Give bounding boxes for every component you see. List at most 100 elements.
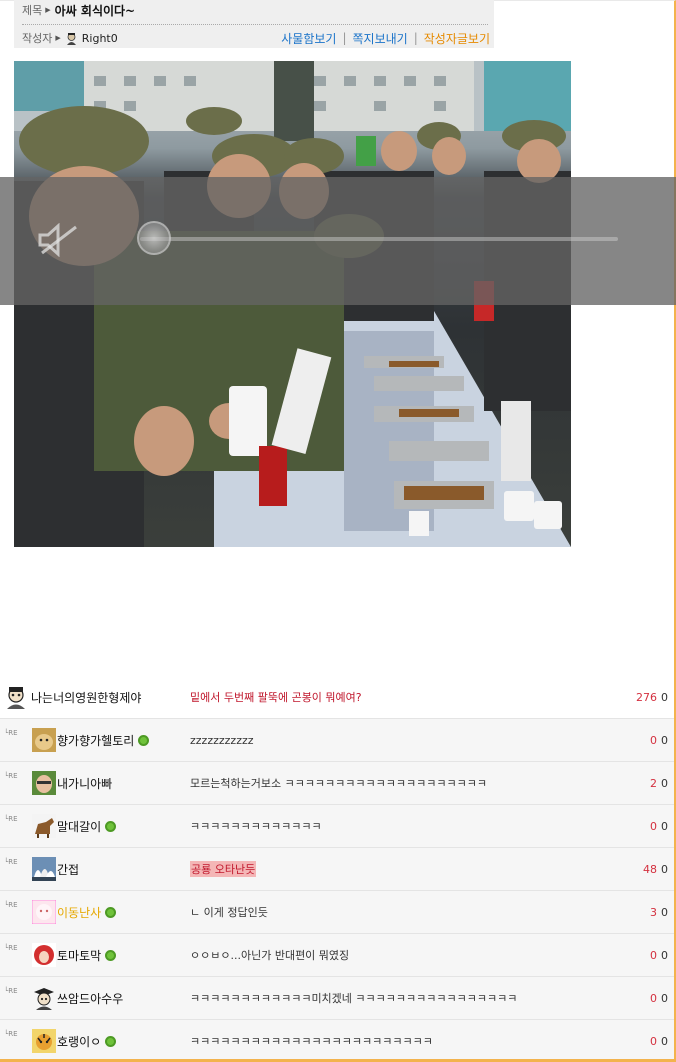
comment-row: └RE 향가향가헬토리 zzzzzzzzzzz 0 0	[0, 719, 674, 762]
comment-row: └RE 내가니아빠 모르는척하는거보소 ㅋㅋㅋㅋㅋㅋㅋㅋㅋㅋㅋㅋㅋㅋㅋㅋㅋㅋㅋㅋ 2 0	[0, 762, 674, 805]
avatar-opera-house-icon	[32, 857, 56, 881]
locker-link[interactable]: 사물함보기	[281, 30, 336, 47]
comment-nickname[interactable]: 말대갈이	[57, 818, 117, 835]
downvote-count[interactable]: 0	[661, 992, 668, 1005]
downvote-count[interactable]: 0	[661, 734, 668, 747]
upvote-count[interactable]: 2	[650, 777, 657, 790]
speaker-muted-icon[interactable]	[38, 222, 78, 258]
comment-nickname[interactable]: 호랭이ㅇ	[57, 1033, 117, 1050]
reply-arrow-icon: └RE	[4, 858, 18, 866]
nickname-text[interactable]: 말대갈이	[57, 818, 101, 835]
comment-nickname[interactable]: 내가니아빠	[57, 775, 112, 792]
triangle-right-icon: ▶	[45, 6, 51, 14]
comment-nickname[interactable]: 토마토막	[57, 947, 117, 964]
post-title: 아싸 회식이다~	[54, 3, 136, 18]
reply-arrow-icon: └RE	[4, 1030, 18, 1038]
avatar-red-hair-icon	[32, 943, 56, 967]
author-actions: 사물함보기 | 쪽지보내기 | 작성자글보기	[281, 26, 490, 50]
reply-arrow-icon: └RE	[4, 815, 18, 823]
avatar-graduate-icon	[32, 986, 56, 1010]
upvote-count[interactable]: 0	[650, 734, 657, 747]
vote-counts: 48 0	[643, 863, 668, 876]
upvote-count[interactable]: 276	[636, 691, 657, 704]
comment-row: └RE 쓰암드아수우 ㅋㅋㅋㅋㅋㅋㅋㅋㅋㅋㅋㅋ미치겠네 ㅋㅋㅋㅋㅋㅋㅋㅋㅋㅋㅋㅋㅋㅋ…	[0, 977, 674, 1020]
vote-counts: 00	[650, 1035, 668, 1048]
comment-text: 공룡 오타난듯	[190, 861, 257, 877]
seek-handle[interactable]	[137, 221, 171, 255]
comment-row: └RE 호랭이ㅇ ㅋㅋㅋㅋㅋㅋㅋㅋㅋㅋㅋㅋㅋㅋㅋㅋㅋㅋㅋㅋㅋㅋㅋㅋ 0 0	[0, 1020, 674, 1062]
upvote-count[interactable]: 0	[650, 949, 657, 962]
vote-counts: 20	[650, 777, 668, 790]
nickname-text[interactable]: 내가니아빠	[57, 775, 112, 792]
comment-row: 나는너의영원한형제야 밑에서 두번째 팔뚝에 곤봉이 뭐예여? 276 0	[0, 676, 674, 719]
downvote-count[interactable]: 0	[661, 949, 668, 962]
online-status-icon	[105, 1035, 117, 1047]
separator: |	[342, 31, 347, 45]
vote-counts: 00	[650, 820, 668, 833]
upvote-count[interactable]: 0	[650, 1035, 657, 1048]
downvote-count[interactable]: 0	[661, 691, 668, 704]
author-posts-link[interactable]: 작성자글보기	[424, 30, 490, 47]
author-name[interactable]: Right0	[82, 32, 118, 45]
nickname-text[interactable]: 호랭이ㅇ	[57, 1033, 101, 1050]
upvote-count[interactable]: 3	[650, 906, 657, 919]
user-level-icon	[65, 32, 78, 45]
author-label: 작성자	[22, 32, 53, 45]
comment-text: 밑에서 두번째 팔뚝에 곤봉이 뭐예여?	[190, 691, 362, 704]
nickname-text[interactable]: 쓰암드아수우	[57, 990, 123, 1007]
avatar-hamster-icon	[32, 728, 56, 752]
comment-nickname[interactable]: 쓰암드아수우	[57, 990, 123, 1007]
reply-arrow-icon: └RE	[4, 987, 18, 995]
post-header: 제목 ▶ 아싸 회식이다~ 작성자 ▶ Right0 사물함보기 | 쪽지보내기…	[14, 0, 494, 48]
comment-text: ㅇㅇㅂㅇ...아닌가 반대편이 뭐였징	[190, 949, 350, 962]
upvote-count[interactable]: 0	[650, 820, 657, 833]
online-status-icon	[105, 820, 117, 832]
comment-row: └RE 토마토막 ㅇㅇㅂㅇ...아닌가 반대편이 뭐였징 0 0	[0, 934, 674, 977]
downvote-count[interactable]: 0	[661, 820, 668, 833]
avatar-cartoon-icon	[4, 685, 28, 709]
online-status-icon	[105, 949, 117, 961]
send-message-link[interactable]: 쪽지보내기	[353, 30, 408, 47]
comment-text: zzzzzzzzzzz	[190, 733, 254, 747]
nickname-text[interactable]: 이동난사	[57, 904, 101, 921]
downvote-count[interactable]: 0	[661, 1035, 668, 1048]
comment-list: 나는너의영원한형제야 밑에서 두번째 팔뚝에 곤봉이 뭐예여? 276 0 └RE 향가향…	[0, 676, 674, 1062]
comment-nickname[interactable]: 간접	[57, 861, 79, 878]
media-player-overlay	[0, 177, 676, 305]
comment-nickname[interactable]: 향가향가헬토리	[57, 732, 150, 749]
reply-arrow-icon: └RE	[4, 901, 18, 909]
nickname-text[interactable]: 향가향가헬토리	[57, 732, 134, 749]
seek-bar[interactable]	[140, 237, 618, 241]
avatar-pink-icon	[31, 899, 57, 925]
reply-arrow-icon: └RE	[4, 729, 18, 737]
separator: |	[413, 31, 418, 45]
reply-arrow-icon: └RE	[4, 944, 18, 952]
author-row: 작성자 ▶ Right0	[22, 26, 118, 50]
upvote-count[interactable]: 48	[643, 863, 657, 876]
comment-text: 모르는척하는거보소 ㅋㅋㅋㅋㅋㅋㅋㅋㅋㅋㅋㅋㅋㅋㅋㅋㅋㅋㅋㅋ	[190, 777, 487, 790]
vote-counts: 30	[650, 906, 668, 919]
vote-counts: 276 0	[636, 691, 668, 704]
nickname-text[interactable]: 토마토막	[57, 947, 101, 964]
avatar-horse-icon	[32, 814, 56, 838]
divider	[22, 24, 488, 25]
vote-counts: 00	[650, 949, 668, 962]
online-status-icon	[105, 906, 117, 918]
comment-text: ㅋㅋㅋㅋㅋㅋㅋㅋㅋㅋㅋㅋㅋㅋㅋㅋㅋㅋㅋㅋㅋㅋㅋㅋ	[190, 1035, 433, 1048]
avatar-face-icon	[32, 771, 56, 795]
comment-nickname[interactable]: 이동난사	[57, 904, 117, 921]
upvote-count[interactable]: 0	[650, 992, 657, 1005]
avatar-tiger-icon	[32, 1029, 56, 1053]
reply-arrow-icon: └RE	[4, 772, 18, 780]
comment-text: ㅋㅋㅋㅋㅋㅋㅋㅋㅋㅋㅋㅋ미치겠네 ㅋㅋㅋㅋㅋㅋㅋㅋㅋㅋㅋㅋㅋㅋㅋㅋ	[190, 992, 518, 1005]
online-status-icon	[138, 734, 150, 746]
comment-nickname[interactable]: 나는너의영원한형제야	[31, 689, 141, 706]
title-row: 제목 ▶ 아싸 회식이다~	[22, 0, 135, 22]
downvote-count[interactable]: 0	[661, 863, 668, 876]
nickname-text[interactable]: 간접	[57, 861, 79, 878]
downvote-count[interactable]: 0	[661, 777, 668, 790]
downvote-count[interactable]: 0	[661, 906, 668, 919]
nickname-text[interactable]: 나는너의영원한형제야	[31, 689, 141, 706]
title-label: 제목	[22, 4, 43, 17]
triangle-right-icon: ▶	[55, 34, 61, 42]
